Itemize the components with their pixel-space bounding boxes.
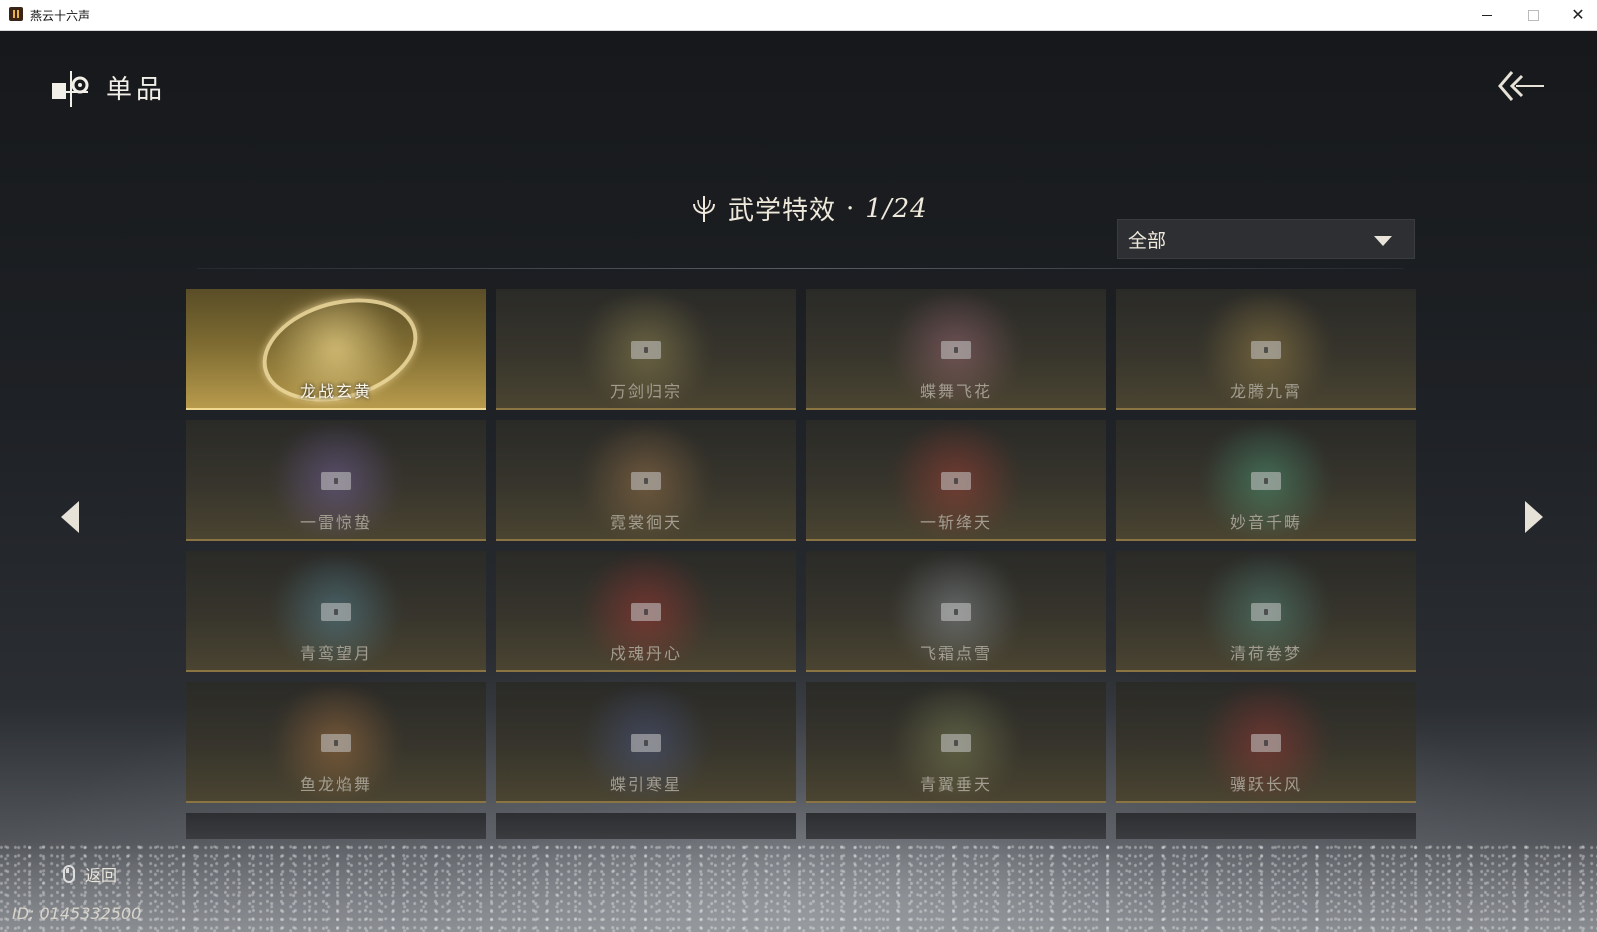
section-name: 武学特效 — [728, 196, 837, 226]
lock-icon — [631, 472, 661, 490]
section-divider — [197, 268, 1404, 269]
effect-card[interactable]: 青翼垂天 — [806, 682, 1106, 803]
snow-ground — [0, 842, 1597, 932]
effect-card-partial[interactable] — [806, 813, 1106, 839]
lock-icon — [941, 734, 971, 752]
section-separator: · — [846, 193, 856, 224]
category-filter-dropdown[interactable]: 全部 — [1117, 219, 1415, 259]
window-title: 燕云十六声 — [30, 9, 91, 23]
lock-icon — [631, 603, 661, 621]
effect-card[interactable]: 一斩绛天 — [806, 420, 1106, 541]
prev-page-arrow[interactable] — [61, 501, 79, 533]
effect-card[interactable]: 万剑归宗 — [496, 289, 796, 410]
effect-name: 飞霜点雪 — [919, 644, 992, 663]
effect-card[interactable]: 清荷卷梦 — [1116, 551, 1416, 672]
effect-name: 万剑归宗 — [609, 382, 682, 401]
effect-card[interactable]: 青鸾望月 — [186, 551, 486, 672]
effect-card-partial[interactable] — [1116, 813, 1416, 839]
effect-name: 一斩绛天 — [919, 513, 992, 532]
next-page-arrow[interactable] — [1525, 501, 1543, 533]
maximize-button[interactable] — [1510, 0, 1556, 30]
effect-card[interactable]: 骥跃长风 — [1116, 682, 1416, 803]
effect-name: 清荷卷梦 — [1229, 644, 1302, 663]
effect-name: 戍魂丹心 — [609, 644, 682, 663]
window-titlebar: 燕云十六声 ✕ — [0, 0, 1597, 31]
effect-card[interactable]: 蝶舞飞花 — [806, 289, 1106, 410]
effect-name: 蝶舞飞花 — [919, 382, 992, 401]
effect-card[interactable]: 鱼龙焰舞 — [186, 682, 486, 803]
lotus-ornament-icon — [693, 195, 715, 222]
double-chevron-back-icon[interactable] — [1496, 68, 1546, 104]
lock-icon — [1251, 734, 1281, 752]
effect-grid: 龙战玄黄 万剑归宗 蝶舞飞花 龙腾九霄 一雷惊蛰 霓裳徊天 一斩绛天 妙音千畴 … — [186, 289, 1416, 839]
effect-card[interactable]: 一雷惊蛰 — [186, 420, 486, 541]
section-count: 1/24 — [865, 193, 928, 224]
effect-card[interactable]: 戍魂丹心 — [496, 551, 796, 672]
effect-card[interactable]: 霓裳徊天 — [496, 420, 796, 541]
effect-card[interactable]: 蝶引寒星 — [496, 682, 796, 803]
filter-selected-value: 全部 — [1128, 229, 1167, 252]
close-icon: ✕ — [1571, 5, 1585, 24]
effect-card[interactable]: 龙战玄黄 — [186, 289, 486, 410]
effect-name: 蝶引寒星 — [609, 775, 682, 794]
lock-icon — [631, 734, 661, 752]
chevron-down-icon — [1374, 236, 1392, 246]
section-title: 武学特效 · 1/24 — [690, 190, 928, 227]
effect-name: 一雷惊蛰 — [299, 513, 372, 532]
lock-icon — [321, 603, 351, 621]
lock-icon — [321, 472, 351, 490]
player-id: ID: 0145332500 — [12, 904, 142, 923]
lock-icon — [941, 341, 971, 359]
effect-name: 龙腾九霄 — [1229, 382, 1302, 401]
lock-icon — [941, 603, 971, 621]
page-title: 单品 — [106, 75, 167, 105]
lock-icon — [321, 734, 351, 752]
effect-card-partial[interactable] — [186, 813, 486, 839]
shop-bag-icon — [52, 71, 89, 107]
lock-icon — [631, 341, 661, 359]
effect-name: 鱼龙焰舞 — [299, 775, 372, 794]
return-button[interactable]: 返回 — [63, 862, 117, 886]
effect-card[interactable]: 妙音千畴 — [1116, 420, 1416, 541]
effect-card[interactable]: 飞霜点雪 — [806, 551, 1106, 672]
effect-name: 妙音千畴 — [1229, 513, 1302, 532]
mouse-icon — [63, 865, 75, 883]
lock-icon — [1251, 603, 1281, 621]
effect-name: 霓裳徊天 — [609, 513, 682, 532]
effect-name: 龙战玄黄 — [299, 382, 372, 401]
effect-name: 青翼垂天 — [919, 775, 992, 794]
game-screen: 单品 武学特效 · 1/24 全部 龙战玄黄 万剑归宗 蝶舞飞花 龙腾九霄 一雷惊蛰… — [0, 31, 1597, 932]
effect-card[interactable]: 龙腾九霄 — [1116, 289, 1416, 410]
return-label: 返回 — [85, 866, 118, 885]
lock-icon — [1251, 341, 1281, 359]
effect-name: 骥跃长风 — [1229, 775, 1302, 794]
effect-name: 青鸾望月 — [299, 644, 372, 663]
minimize-button[interactable] — [1464, 0, 1510, 30]
close-button[interactable]: ✕ — [1555, 0, 1597, 30]
lock-icon — [1251, 472, 1281, 490]
lock-icon — [941, 472, 971, 490]
effect-card-partial[interactable] — [496, 813, 796, 839]
app-icon — [9, 7, 23, 21]
